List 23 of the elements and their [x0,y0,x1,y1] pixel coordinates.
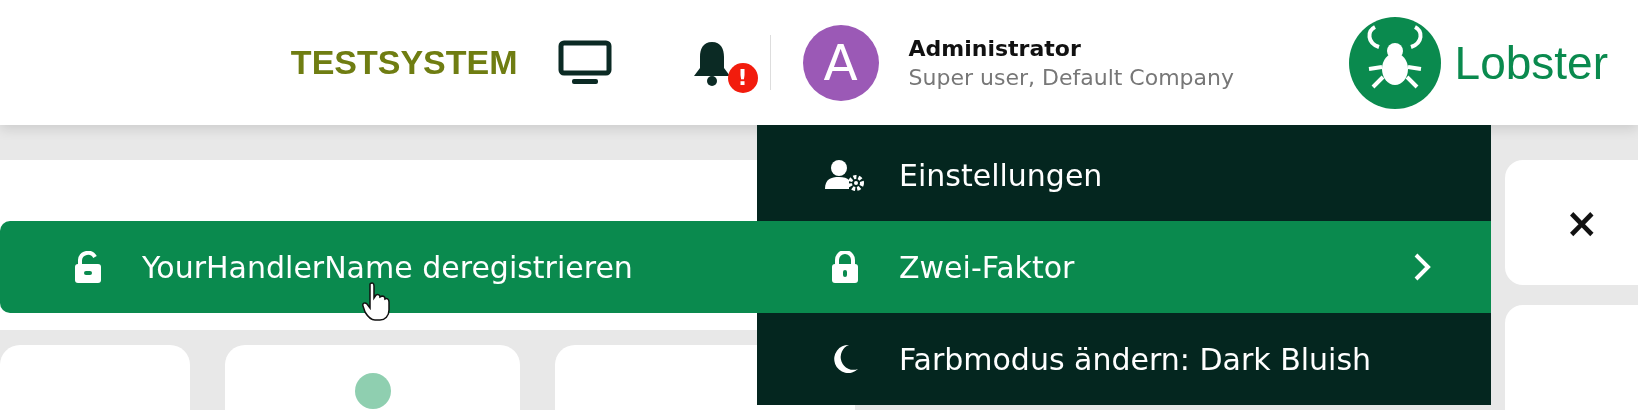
submenu-item-label: YourHandlerName deregistrieren [142,249,633,285]
menu-item[interactable]: Zwei-Faktor [757,221,1491,313]
menu-item[interactable]: Einstellungen [757,129,1491,221]
lobster-logo-icon [1348,16,1441,109]
moon-icon [831,344,859,374]
lock-icon [831,251,859,283]
submenu-item[interactable]: YourHandlerName deregistrieren [0,221,757,313]
logo-text: Lobster [1454,35,1608,90]
menu-item[interactable]: Farbmodus ändern: Dark Bluish [757,313,1491,405]
monitor-icon[interactable] [557,39,612,86]
close-button[interactable]: × [1565,199,1599,246]
user-role: Super user, Default Company [908,64,1236,90]
menu-item-label: Zwei-Faktor [899,249,1076,285]
menu-item-label: Farbmodus ändern: Dark Bluish [899,341,1373,377]
menu-item-label: Einstellungen [899,157,1104,193]
dot-icon [354,373,391,409]
system-label: TESTSYSTEM [290,43,518,82]
hand-cursor-icon [362,282,390,322]
unlock-icon [74,251,102,283]
user-settings-icon [825,159,865,191]
user-name: Administrator [908,35,1082,61]
alert-badge: ! [727,62,758,93]
user-avatar[interactable]: A [802,24,879,101]
